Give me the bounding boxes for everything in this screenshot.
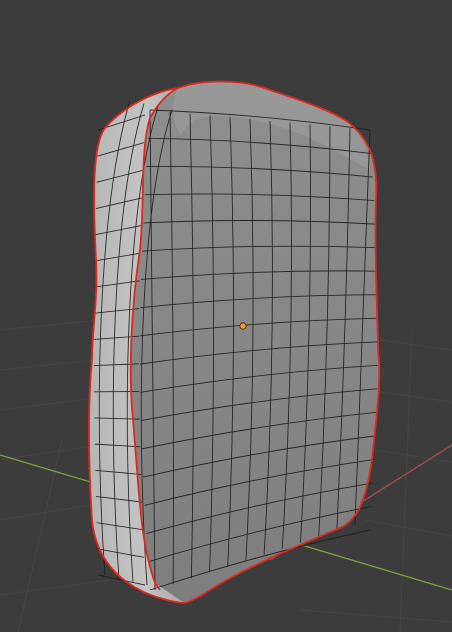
mesh-front-face[interactable] <box>130 81 380 604</box>
mesh-object[interactable] <box>88 80 381 604</box>
viewport-canvas[interactable] <box>0 0 452 632</box>
3d-viewport[interactable] <box>0 0 452 632</box>
object-origin-dot[interactable] <box>239 322 247 330</box>
